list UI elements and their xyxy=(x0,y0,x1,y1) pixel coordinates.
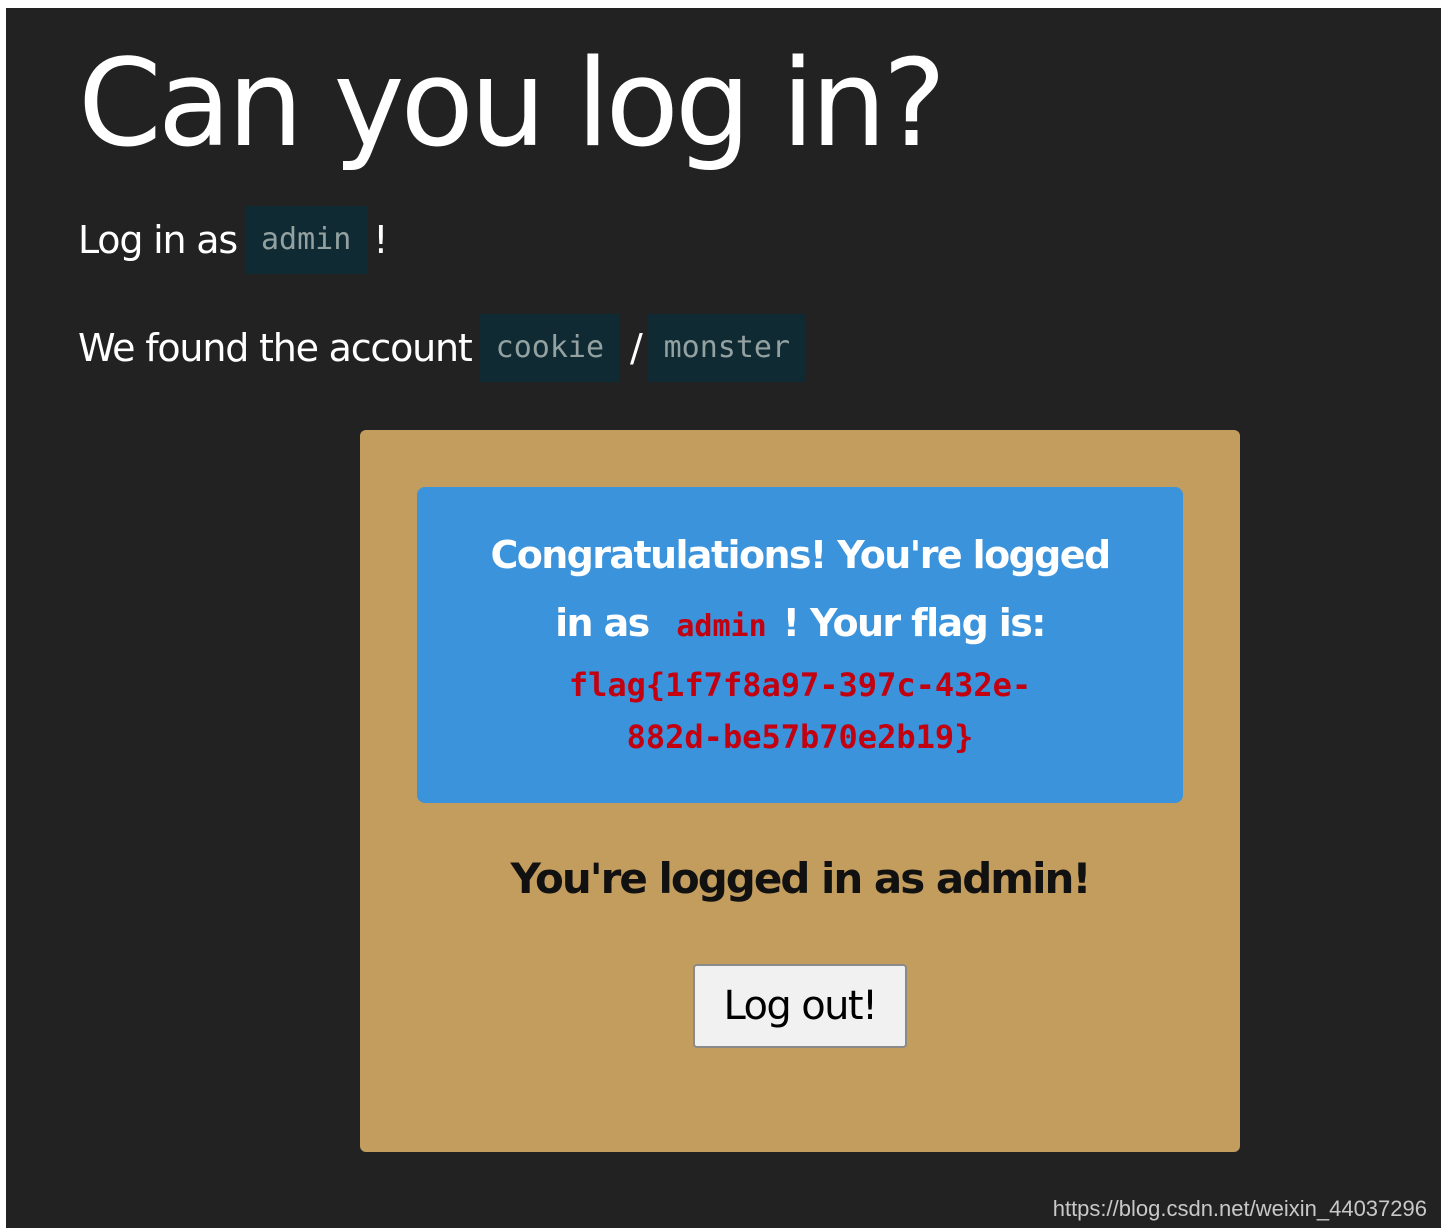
login-instruction-prefix: Log in as xyxy=(78,218,238,262)
page-frame: Can you log in? Log in as admin ! We fou… xyxy=(6,8,1441,1228)
page-title: Can you log in? xyxy=(78,35,946,174)
flag-line-1: flag{1f7f8a97-397c-432e- xyxy=(568,666,1032,704)
banner-line-2-prefix: in as xyxy=(555,601,650,645)
account-hint-prefix: We found the account xyxy=(78,326,473,370)
banner-line-1: Congratulations! You're logged xyxy=(490,533,1111,577)
account-username-code: cookie xyxy=(479,314,621,382)
banner-line-2-suffix: ! Your flag is: xyxy=(782,601,1047,645)
login-instruction-suffix: ! xyxy=(373,218,388,262)
banner-line-2: in as admin ! Your flag is: xyxy=(457,589,1143,661)
account-hint: We found the account cookie / monster xyxy=(78,314,812,382)
login-status-text: You're logged in as admin! xyxy=(510,854,1091,903)
login-card: Congratulations! You're logged in as adm… xyxy=(360,430,1240,1152)
logout-button[interactable]: Log out! xyxy=(693,964,907,1048)
watermark-url: https://blog.csdn.net/weixin_44037296 xyxy=(1052,1196,1427,1221)
flag-line-2: 882d-be57b70e2b19} xyxy=(626,718,974,756)
success-banner: Congratulations! You're logged in as adm… xyxy=(417,487,1183,803)
login-username-code: admin xyxy=(244,206,368,274)
account-password-code: monster xyxy=(647,314,807,382)
account-separator: / xyxy=(630,326,643,370)
banner-username-code: admin xyxy=(676,609,767,644)
login-instruction: Log in as admin ! xyxy=(78,206,389,274)
